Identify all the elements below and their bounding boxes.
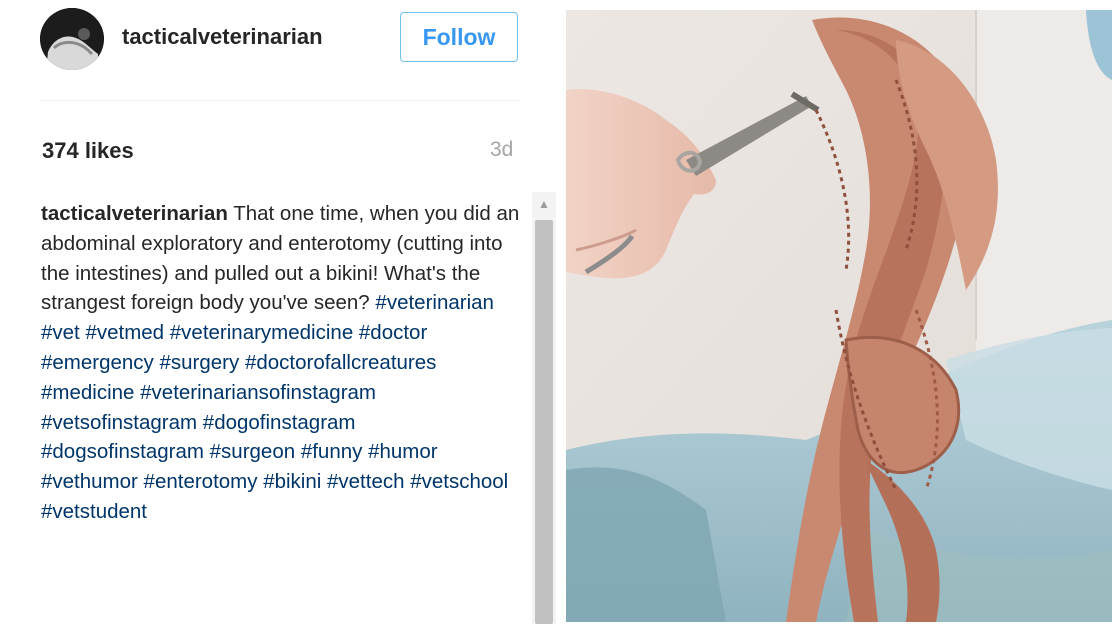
- caption-hashtags[interactable]: #veterinarian #vet #vetmed #veterinaryme…: [41, 291, 508, 523]
- likes-count[interactable]: 374 likes: [42, 138, 134, 164]
- post-username[interactable]: tacticalveterinarian: [122, 24, 323, 50]
- caption-scrollbar[interactable]: ▲: [532, 192, 556, 624]
- caption-username[interactable]: tacticalveterinarian: [41, 202, 228, 225]
- post-sidebar: tacticalveterinarian Follow 374 likes 3d…: [0, 0, 560, 630]
- scrollbar-thumb[interactable]: [535, 220, 553, 624]
- scroll-up-arrow-icon[interactable]: ▲: [532, 192, 556, 216]
- avatar-image: [40, 8, 104, 70]
- header-divider: [40, 100, 520, 101]
- avatar[interactable]: [40, 8, 104, 70]
- post-timestamp: 3d: [490, 138, 514, 161]
- follow-button[interactable]: Follow: [400, 12, 518, 62]
- post-caption: tacticalveterinarian That one time, when…: [41, 199, 521, 527]
- post-photo: [566, 10, 1112, 622]
- photo-illustration: [566, 10, 1112, 622]
